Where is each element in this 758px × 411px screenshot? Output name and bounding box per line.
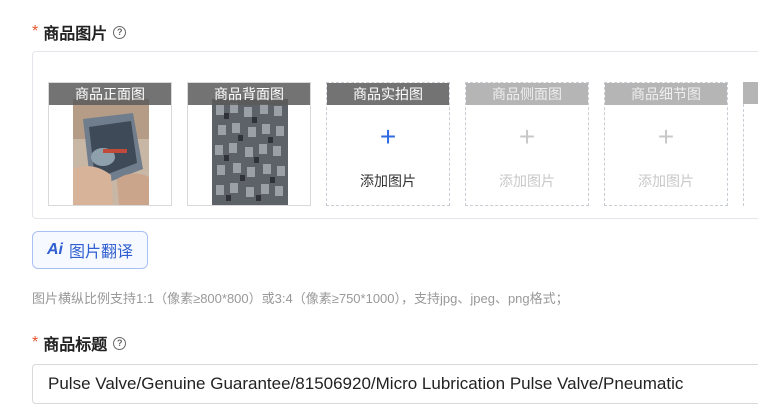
required-mark: * <box>32 334 39 351</box>
ai-image-translate-button[interactable]: Ai 图片翻译 <box>32 231 148 269</box>
images-title-label: 商品图片 <box>43 26 108 43</box>
help-icon[interactable]: ? <box>113 336 127 350</box>
image-slot-real-shot[interactable]: 商品实拍图 + 添加图片 <box>326 82 450 206</box>
image-slot-detail[interactable]: 商品细节图 + 添加图片 <box>604 82 728 206</box>
next-slot-label-partial <box>743 82 758 104</box>
image-requirements-hint: 图片横纵比例支持1:1（像素≥800*800）或3:4（像素≥750*1000）… <box>32 291 569 306</box>
image-slot-side[interactable]: 商品侧面图 + 添加图片 <box>465 82 589 206</box>
image-upload-panel: 商品正面图 商品背面图 商品实拍图 + 添加图片 商品侧面图 + 添加图片 商品… <box>32 51 758 219</box>
image-slot-back[interactable]: 商品背面图 <box>187 82 311 206</box>
slot-label: 商品正面图 <box>49 83 171 105</box>
title-label: 商品标题 <box>43 337 108 354</box>
add-image-text: 添加图片 <box>638 173 694 189</box>
slot-label: 商品背面图 <box>188 83 310 105</box>
image-slot-front[interactable]: 商品正面图 <box>48 82 172 206</box>
images-section-title: * 商品图片 ? <box>32 20 127 44</box>
required-mark: * <box>32 23 39 40</box>
plus-icon: + <box>379 121 397 152</box>
ai-icon: Ai <box>46 241 63 258</box>
add-image-text: 添加图片 <box>360 173 416 189</box>
slot-label: 商品侧面图 <box>466 83 588 105</box>
title-section-title: * 商品标题 ? <box>32 331 127 355</box>
product-title-input[interactable]: Pulse Valve/Genuine Guarantee/81506920/M… <box>32 364 758 404</box>
slot-label: 商品实拍图 <box>327 83 449 105</box>
plus-icon: + <box>657 121 675 152</box>
ai-translate-label: 图片翻译 <box>68 244 133 261</box>
product-photo-back <box>212 99 288 205</box>
next-slot-partial <box>743 104 758 206</box>
plus-icon: + <box>518 121 536 152</box>
product-photo-front <box>73 99 149 205</box>
slot-label: 商品细节图 <box>605 83 727 105</box>
help-icon[interactable]: ? <box>113 25 127 39</box>
add-image-text: 添加图片 <box>499 173 555 189</box>
